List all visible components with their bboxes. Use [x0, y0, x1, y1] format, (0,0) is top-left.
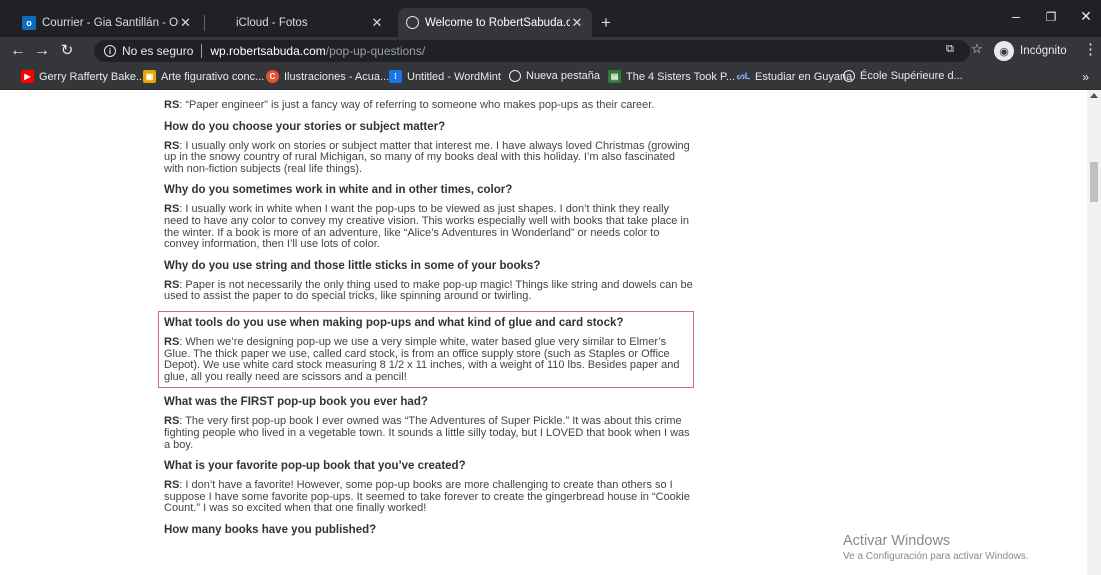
address-bar[interactable]: i No es seguro wp.robertsabuda.com /pop-… — [94, 40, 970, 62]
answer-text: RS: I usually only work on stories or su… — [164, 139, 690, 175]
incognito-label: Incógnito — [1020, 45, 1067, 57]
windows-activation-watermark: Activar Windows Ve a Configuración para … — [843, 533, 1029, 563]
bookmark-label: Ilustraciones - Acua... — [284, 70, 390, 83]
bookmark-label: The 4 Sisters Took P... — [626, 70, 736, 83]
tab-title: Welcome to RobertSabuda.com! — [425, 16, 571, 29]
answer-text: RS: I don’t have a favorite! However, so… — [164, 479, 690, 515]
translate-icon[interactable]: ⧉ — [946, 43, 954, 56]
bookmark-item[interactable]: ⁞ Untitled - WordMint — [389, 70, 501, 83]
reload-button[interactable]: ↻ — [57, 41, 77, 61]
bookmark-label: Nueva pestaña — [526, 70, 600, 82]
tab-divider — [204, 15, 205, 31]
bookmark-item[interactable]: C Ilustraciones - Acua... — [266, 70, 389, 83]
sisters-icon: ▤ — [608, 70, 621, 83]
close-icon[interactable]: ✕ — [570, 15, 584, 31]
bookmark-item[interactable]: ▤ The 4 Sisters Took P... — [608, 70, 735, 83]
apple-icon — [216, 16, 230, 30]
faq-article: RS: “Paper engineer” is just a fancy way… — [158, 99, 694, 544]
answer-text: RS: “Paper engineer” is just a fancy way… — [164, 99, 655, 111]
tab-title: Courrier - Gia Santillán - Outlook — [42, 16, 179, 29]
bookmark-label: Arte figurativo conc... — [161, 70, 265, 83]
tab-strip: o Courrier - Gia Santillán - Outlook ✕ i… — [0, 0, 1101, 37]
toolbar: ← → ↻ i No es seguro wp.robertsabuda.com… — [0, 37, 1101, 65]
bookmarks-bar: ▶ Gerry Rafferty Bake... ▣ Arte figurati… — [0, 65, 1101, 90]
back-button[interactable]: ← — [8, 41, 28, 61]
wordmint-icon: ⁞ — [389, 70, 402, 83]
answer-text: RS: When we’re designing pop-up we use a… — [164, 335, 680, 383]
restore-button[interactable]: ❐ — [1036, 10, 1066, 24]
question-heading: How many books have you published? — [164, 523, 377, 536]
sl-logo-icon: ᔕL — [736, 71, 751, 81]
c-logo-icon: C — [266, 70, 279, 83]
bookmark-label: Gerry Rafferty Bake... — [39, 70, 146, 83]
globe-icon — [509, 70, 521, 82]
question-heading: Why do you use string and those little s… — [164, 259, 541, 272]
bookmark-star-icon[interactable]: ☆ — [971, 41, 983, 57]
bookmark-item[interactable]: Nueva pestaña — [509, 70, 600, 82]
tab-icloud[interactable]: iCloud - Fotos ✕ — [208, 8, 393, 37]
bookmark-label: Untitled - WordMint — [407, 70, 501, 83]
watermark-title: Activar Windows — [843, 533, 951, 549]
url-path: /pop-up-questions/ — [325, 44, 426, 58]
incognito-indicator[interactable]: ◉ Incógnito — [994, 40, 1067, 62]
close-icon[interactable]: ✕ — [369, 15, 385, 31]
question-heading: What was the FIRST pop-up book you ever … — [164, 396, 428, 409]
tab-title: iCloud - Fotos — [236, 16, 308, 29]
omnibox-divider — [201, 44, 203, 58]
tab-outlook[interactable]: o Courrier - Gia Santillán - Outlook ✕ — [14, 8, 200, 37]
bookmark-item[interactable]: ▶ Gerry Rafferty Bake... — [21, 70, 145, 83]
forward-button[interactable]: → — [32, 41, 52, 61]
answer-text: RS: The very first pop-up book I ever ow… — [164, 415, 690, 451]
bookmark-label: Estudiar en Guyana — [755, 70, 853, 83]
watermark-subtitle: Ve a Configuración para activar Windows. — [843, 551, 1029, 562]
globe-icon — [843, 70, 855, 82]
globe-icon — [406, 16, 419, 29]
youtube-icon: ▶ — [21, 70, 34, 83]
close-window-button[interactable]: ✕ — [1071, 8, 1101, 25]
more-bookmarks-icon[interactable]: » — [1082, 70, 1089, 84]
question-heading: Why do you sometimes work in white and i… — [164, 184, 513, 197]
security-label: No es seguro — [122, 44, 194, 58]
image-icon: ▣ — [143, 70, 156, 83]
question-heading: How do you choose your stories or subjec… — [164, 120, 446, 133]
tab-robertsabuda[interactable]: Welcome to RobertSabuda.com! ✕ — [398, 8, 592, 37]
question-heading: What tools do you use when making pop-up… — [164, 316, 624, 329]
bookmark-item[interactable]: École Supérieure d... — [843, 70, 963, 82]
close-icon[interactable]: ✕ — [179, 15, 192, 31]
answer-text: RS: I usually work in white when I want … — [164, 203, 689, 251]
answer-text: RS: Paper is not necessarily the only th… — [164, 278, 693, 303]
incognito-icon: ◉ — [994, 41, 1014, 61]
highlighted-qa-block: What tools do you use when making pop-up… — [158, 310, 694, 389]
minimize-button[interactable]: – — [1001, 8, 1031, 24]
vertical-scrollbar[interactable] — [1087, 90, 1101, 575]
new-tab-button[interactable]: + — [601, 14, 611, 31]
url-host: wp.robertsabuda.com — [210, 44, 326, 58]
question-heading: What is your favorite pop-up book that y… — [164, 460, 466, 473]
info-icon[interactable]: i — [104, 45, 116, 57]
menu-icon[interactable]: ⋮ — [1083, 40, 1098, 58]
scroll-up-arrow-icon[interactable] — [1090, 93, 1098, 98]
scrollbar-thumb[interactable] — [1090, 162, 1098, 202]
outlook-icon: o — [22, 15, 36, 30]
page-content: RS: “Paper engineer” is just a fancy way… — [0, 90, 1087, 575]
bookmark-label: École Supérieure d... — [860, 70, 963, 82]
bookmark-item[interactable]: ▣ Arte figurativo conc... — [143, 70, 264, 83]
bookmark-item[interactable]: ᔕL Estudiar en Guyana — [736, 70, 853, 83]
